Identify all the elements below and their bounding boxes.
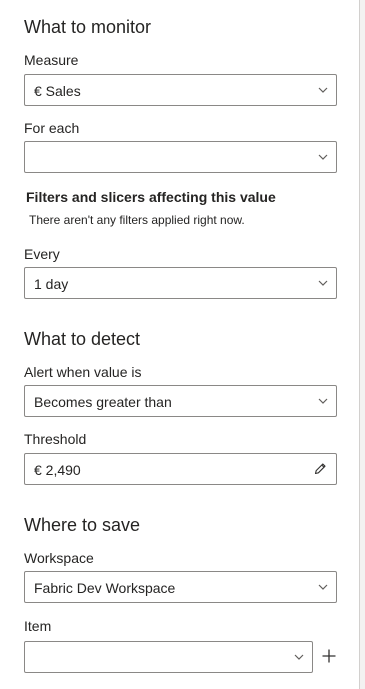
workspace-label: Workspace [24,550,94,566]
chevron-down-icon [318,154,328,160]
chevron-down-icon [318,398,328,404]
measure-value: € Sales [34,83,81,99]
filters-heading: Filters and slicers affecting this value [26,189,276,205]
plus-icon[interactable] [321,648,337,664]
every-label: Every [24,246,60,262]
measure-label: Measure [24,52,79,68]
item-dropdown[interactable] [24,641,313,673]
alert-condition-value: Becomes greater than [34,394,172,410]
for-each-dropdown[interactable] [24,141,337,173]
chevron-down-icon [318,280,328,286]
threshold-input[interactable]: € 2,490 [24,453,337,485]
alert-settings-panel: What to monitor Measure € Sales For each… [0,0,359,689]
measure-dropdown[interactable]: € Sales [24,74,337,106]
frequency-value: 1 day [34,276,69,292]
section-title-where-to-save: Where to save [24,515,141,535]
workspace-value: Fabric Dev Workspace [34,580,176,596]
for-each-label: For each [24,120,80,136]
chevron-down-icon [294,654,304,660]
item-label: Item [24,618,52,634]
alert-condition-label: Alert when value is [24,364,142,380]
threshold-label: Threshold [24,431,87,447]
section-title-what-to-detect: What to detect [24,329,141,349]
section-title-what-to-monitor: What to monitor [24,17,152,37]
workspace-dropdown[interactable]: Fabric Dev Workspace [24,571,337,603]
scrollbar-track[interactable] [360,0,365,689]
frequency-dropdown[interactable]: 1 day [24,267,337,299]
pencil-icon[interactable] [313,462,327,476]
chevron-down-icon [318,584,328,590]
filters-info-text: There aren't any filters applied right n… [29,213,245,227]
chevron-down-icon [318,87,328,93]
alert-condition-dropdown[interactable]: Becomes greater than [24,385,337,417]
threshold-value: € 2,490 [34,462,81,478]
